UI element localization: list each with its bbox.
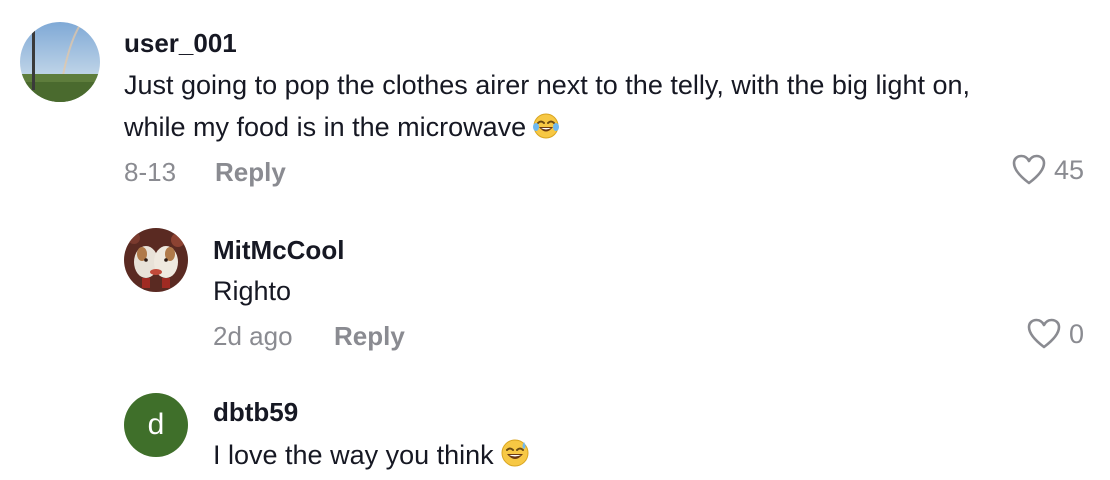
comment-text-content: while my food is in the microwave	[124, 112, 527, 142]
like-count: 0	[1068, 318, 1084, 349]
reply-button[interactable]: Reply	[334, 321, 405, 352]
avatar[interactable]	[124, 228, 188, 292]
comment-item: user_001 Just going to pop the clothes a…	[0, 0, 1110, 200]
comment-text: Righto	[213, 276, 292, 306]
comment-username[interactable]: user_001	[124, 28, 237, 59]
reply-button[interactable]: Reply	[215, 157, 286, 188]
like-count: 45	[1053, 154, 1084, 185]
comment-date: 2d ago	[213, 321, 293, 351]
comment-item: d dbtb59 I love the way you think	[0, 360, 1110, 480]
like-button[interactable]: 0	[1027, 318, 1084, 350]
dogs-photo-icon	[124, 228, 188, 292]
comment-text: I love the way you think	[213, 434, 530, 480]
comment-text: Just going to pop the clothes airer next…	[124, 64, 1084, 152]
like-button[interactable]: 45	[1012, 154, 1084, 186]
comment-item: MitMcCool Righto 2d ago Reply 0	[0, 200, 1110, 360]
heart-outline-icon	[1012, 154, 1046, 185]
avatar-letter: d	[147, 408, 165, 441]
avatar[interactable]: d	[124, 393, 188, 457]
comment-text-content: I love the way you think	[213, 440, 494, 470]
heart-outline-icon	[1027, 318, 1061, 349]
comment-username[interactable]: MitMcCool	[213, 235, 344, 266]
avatar[interactable]	[20, 22, 100, 102]
comment-text-line: Just going to pop the clothes airer next…	[124, 70, 971, 100]
comment-text-line: while my food is in the microwave	[124, 106, 1084, 152]
grinning-sweat-emoji-icon	[500, 438, 530, 480]
comment-username[interactable]: dbtb59	[213, 397, 298, 428]
comment-date: 8-13	[124, 157, 177, 187]
tears-of-joy-emoji-icon	[532, 110, 560, 152]
landscape-photo-icon	[20, 22, 100, 102]
